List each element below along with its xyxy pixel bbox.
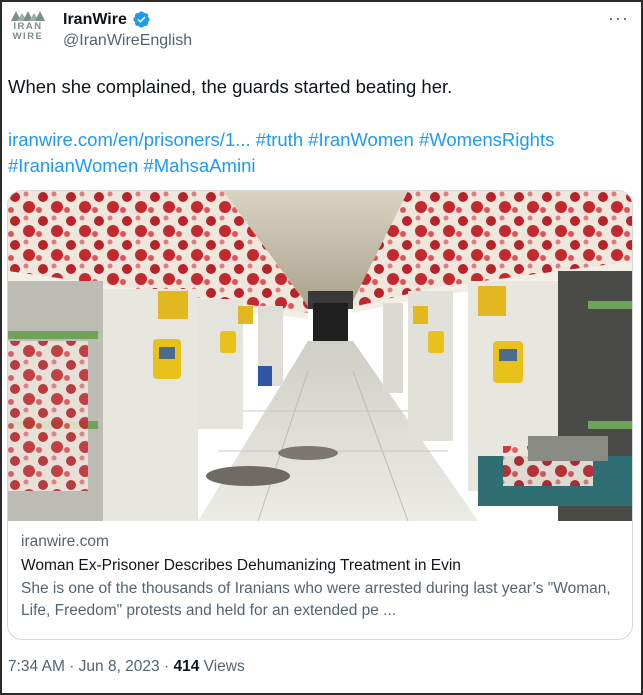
card-domain[interactable]: iranwire.com: [21, 531, 621, 553]
card-meta: iranwire.com Woman Ex-Prisoner Describes…: [21, 531, 621, 622]
author-name[interactable]: IranWire: [63, 11, 127, 29]
views-label: Views: [199, 658, 245, 675]
card-description: She is one of the thousands of Iranians …: [21, 580, 611, 619]
hashtag-mahsaamini[interactable]: #MahsaAmini: [143, 155, 255, 176]
tweet-date[interactable]: Jun 8, 2023: [79, 658, 160, 675]
tweet-text: When she complained, the guards started …: [8, 76, 453, 97]
hashtag-womensrights[interactable]: #WomensRights: [419, 129, 554, 150]
logo-line-2: WIRE: [12, 31, 44, 42]
hashtag-truth[interactable]: #truth: [256, 129, 303, 150]
author-handle[interactable]: @IranWireEnglish: [63, 32, 192, 50]
views-count: 414: [173, 658, 200, 675]
card-image[interactable]: [8, 191, 633, 521]
tweet-links: iranwire.com/en/prisoners/1... #truth #I…: [8, 127, 628, 179]
footer-separator: ·: [64, 658, 79, 675]
link-card[interactable]: iranwire.com Woman Ex-Prisoner Describes…: [7, 190, 633, 640]
tweet-footer: 7:34 AM · Jun 8, 2023 · 414 Views: [8, 658, 245, 676]
tweet-time[interactable]: 7:34 AM: [8, 658, 65, 675]
more-options-icon[interactable]: ···: [608, 8, 629, 29]
verified-badge-icon: [133, 11, 150, 28]
footer-separator: ·: [159, 658, 174, 675]
tweet-frame: IRAN WIRE IranWire @IranWireEnglish ··· …: [0, 0, 643, 695]
card-title[interactable]: Woman Ex-Prisoner Describes Dehumanizing…: [21, 555, 621, 577]
author-name-row[interactable]: IranWire: [63, 10, 151, 29]
avatar[interactable]: IRAN WIRE: [9, 11, 47, 45]
hashtag-iranianwomen[interactable]: #IranianWomen: [8, 155, 138, 176]
tweet-link[interactable]: iranwire.com/en/prisoners/1...: [8, 129, 251, 150]
hashtag-iranwomen[interactable]: #IranWomen: [308, 129, 414, 150]
logo-triangles-icon: [9, 11, 47, 21]
